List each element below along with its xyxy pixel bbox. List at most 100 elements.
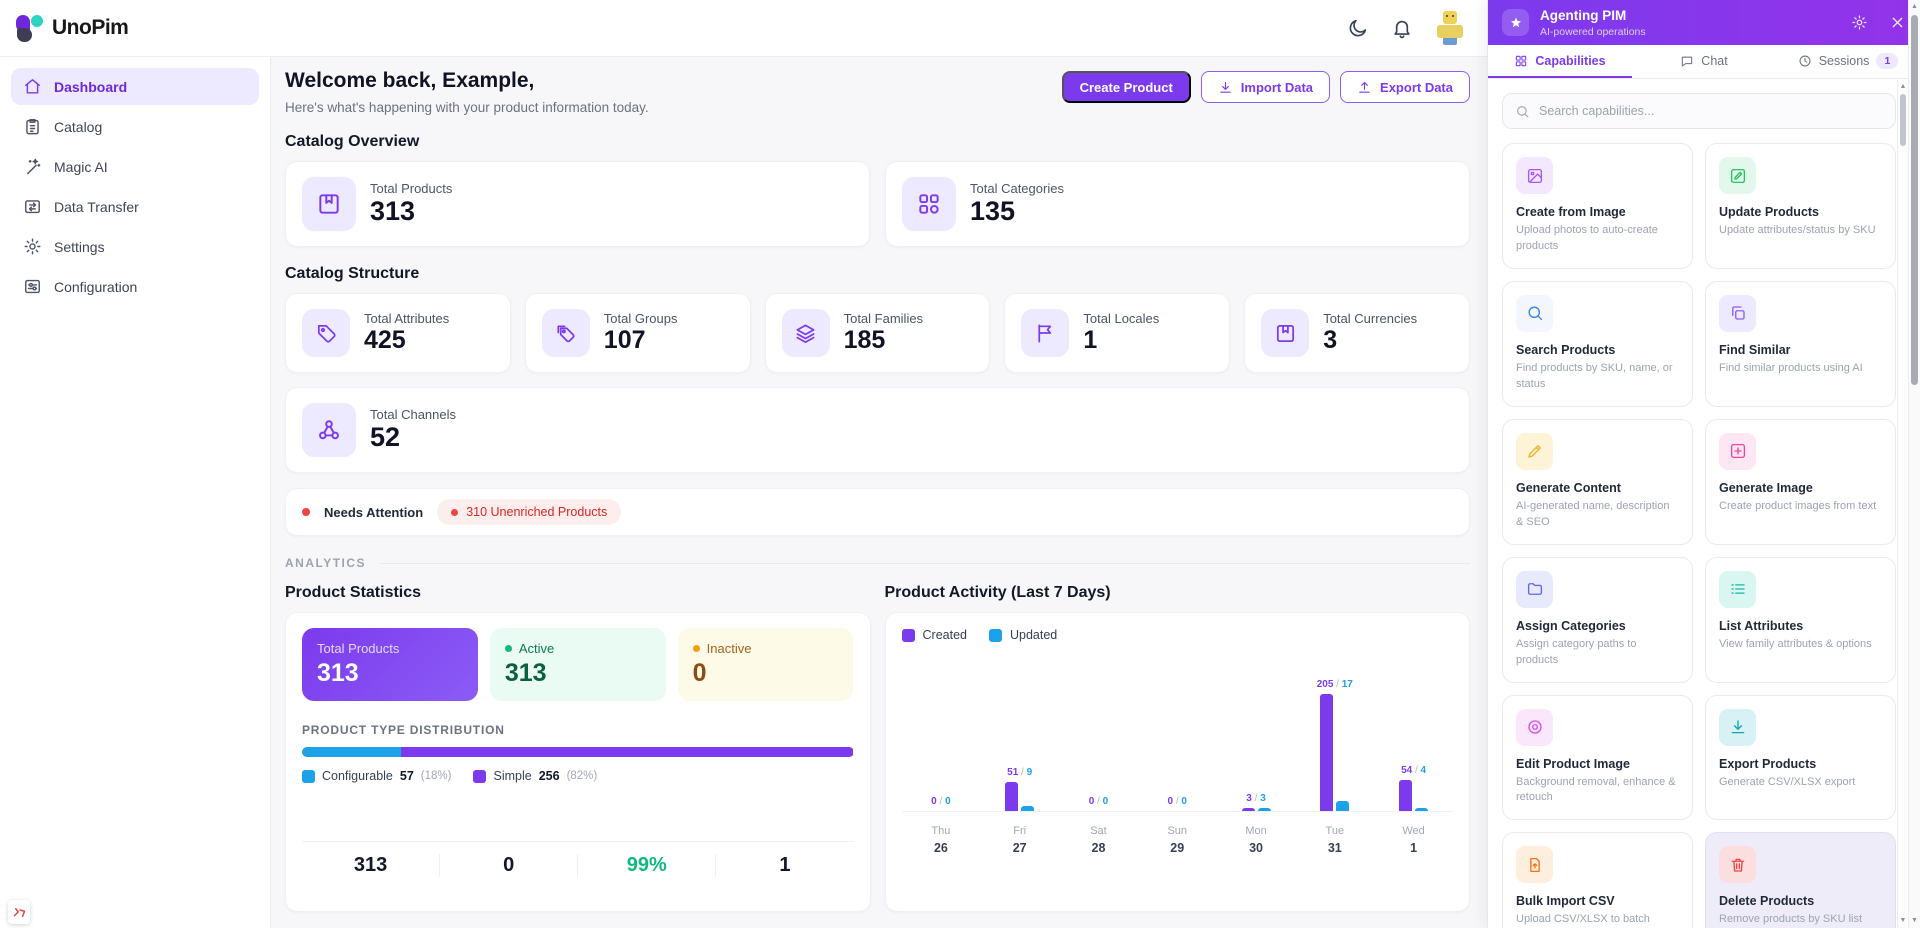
unenriched-products-badge[interactable]: 310 Unenriched Products (437, 499, 622, 525)
sidebar-item-label: Configuration (54, 278, 138, 295)
sidebar-item-settings[interactable]: Settings (11, 228, 259, 265)
capability-card-edit-product-image[interactable]: Edit Product Image Background removal, en… (1502, 694, 1693, 821)
stat-card-text: Total Groups 107 (604, 311, 678, 355)
chart-column-thu-26: 0 / 0 (902, 646, 981, 811)
sidebar-item-configuration[interactable]: Configuration (11, 268, 259, 305)
dark-mode-icon[interactable] (1347, 17, 1369, 39)
bar-value-label: 51 / 9 (1007, 767, 1033, 778)
main-content: Welcome back, Example, Here's what's hap… (271, 57, 1487, 928)
create-product-button[interactable]: Create Product (1061, 71, 1191, 103)
legend-swatch (901, 628, 915, 642)
capability-card-assign-categories[interactable]: Assign Categories Assign category paths t… (1502, 556, 1693, 683)
window-scrollbar[interactable]: ▲ ▼ (1908, 0, 1920, 928)
capability-card-search-products[interactable]: Search Products Find products by SKU, nam… (1502, 280, 1693, 407)
file-up-icon (1516, 846, 1553, 884)
scrollbar-thumb[interactable] (1911, 15, 1918, 385)
capability-title: List Attributes (1719, 618, 1804, 633)
x-axis-label: Tue 31 (1295, 825, 1374, 855)
bell-icon[interactable] (1391, 17, 1413, 39)
capability-card-generate-image[interactable]: Generate Image Create product images from… (1705, 418, 1896, 545)
sidebar-item-dashboard[interactable]: Dashboard (11, 68, 259, 105)
stat-tile-value: 0 (692, 659, 707, 687)
capability-description: Generate CSV/XLSX export (1719, 775, 1856, 788)
scroll-up-arrow[interactable]: ▲ (1898, 81, 1908, 93)
sidebar-item-label: Catalog (54, 118, 103, 135)
catalog-structure-heading: Catalog Structure (285, 265, 420, 282)
capability-title: Delete Products (1719, 894, 1815, 909)
stat-card-text: Total Locales 1 (1083, 311, 1159, 355)
x-day-name: Sun (1167, 825, 1188, 837)
capability-description: Find products by SKU, name, or status (1516, 361, 1673, 390)
stat-card-total-locales: Total Locales 1 (1004, 293, 1231, 373)
capability-card-create-from-image[interactable]: Create from Image Upload photos to auto-c… (1502, 143, 1693, 269)
brand-logo[interactable]: UnoPim (16, 14, 129, 42)
stat-label: Total Currencies (1323, 311, 1418, 327)
distribution-bar (302, 747, 854, 757)
capability-card-generate-content[interactable]: Generate Content AI-generated name, descr… (1502, 418, 1693, 545)
x-day-name: Fri (1013, 825, 1027, 837)
import-data-button[interactable]: Import Data (1200, 71, 1331, 103)
legend-percent: (18%) (420, 770, 452, 782)
bar-value-label: 0 / 0 (1167, 796, 1187, 807)
stat-label: Total Categories (970, 181, 1064, 197)
page-title: Welcome back, Example, (285, 69, 535, 92)
sidebar-item-label: Magic AI (54, 158, 108, 175)
list-icon (1719, 570, 1756, 608)
legend-percent: (82%) (566, 770, 598, 782)
capability-card-find-similar[interactable]: Find Similar Find similar products using … (1705, 280, 1896, 407)
app-window: UnoPim Dashboard Catalog Magic AI Data Tran… (0, 0, 1487, 928)
close-icon[interactable] (1889, 14, 1906, 31)
scrollbar-thumb[interactable] (1900, 94, 1906, 146)
stat-tile-value: 313 (317, 659, 359, 687)
sidebar-item-catalog[interactable]: Catalog (11, 108, 259, 145)
scroll-down-arrow[interactable]: ▼ (1898, 915, 1908, 927)
export-data-button[interactable]: Export Data (1340, 71, 1470, 103)
needs-attention-bar: Needs Attention 310 Unenriched Products (285, 488, 1470, 536)
agent-panel-title: Agenting PIM (1540, 8, 1627, 23)
sidebar-item-data-transfer[interactable]: Data Transfer (11, 188, 259, 225)
product-activity-heading: Product Activity (Last 7 Days) (884, 584, 1111, 601)
debug-toolbar-icon[interactable] (8, 900, 30, 924)
tab-chat[interactable]: Chat (1632, 45, 1776, 78)
capability-card-list-attributes[interactable]: List Attributes View family attributes & … (1705, 556, 1896, 683)
capability-title: Search Products (1516, 342, 1616, 357)
bar-value-label: 3 / 3 (1246, 793, 1266, 804)
x-day-date: 29 (1170, 841, 1185, 855)
legend-value: 256 (538, 769, 560, 783)
download-icon (1218, 80, 1233, 95)
user-avatar[interactable] (1435, 11, 1465, 45)
gear-icon[interactable] (1851, 14, 1868, 31)
chart-legend-item-created: Created (901, 628, 967, 642)
chart-bar (1021, 806, 1035, 811)
distribution-heading: PRODUCT TYPE DISTRIBUTION (302, 723, 505, 737)
capability-search[interactable] (1502, 93, 1896, 129)
capability-title: Export Products (1719, 756, 1817, 771)
share-network-icon (302, 403, 356, 457)
capability-card-update-products[interactable]: Update Products Update attributes/status … (1705, 143, 1896, 269)
brand-name: UnoPim (52, 16, 129, 39)
chart-column-sat-28: 0 / 0 (1059, 646, 1138, 811)
sidebar-item-magic-ai[interactable]: Magic AI (11, 148, 259, 185)
chart-bar (1005, 782, 1019, 811)
tab-capabilities[interactable]: Capabilities (1488, 45, 1632, 78)
panel-scrollbar[interactable]: ▲ ▼ (1897, 80, 1908, 928)
capability-card-delete-products[interactable]: Delete Products Remove products by SKU li… (1705, 832, 1896, 928)
capability-search-input[interactable] (1539, 104, 1883, 118)
distribution-segment-configurable (302, 747, 402, 757)
download-icon (1719, 708, 1756, 746)
chart-bar (1336, 801, 1350, 811)
stat-tile-active: Active 313 (489, 628, 666, 701)
scroll-up-arrow[interactable]: ▲ (1909, 1, 1920, 13)
x-day-name: Wed (1402, 825, 1425, 837)
capability-card-export-products[interactable]: Export Products Generate CSV/XLSX export (1705, 694, 1896, 821)
scroll-down-arrow[interactable]: ▼ (1909, 915, 1920, 927)
x-day-date: 26 (933, 841, 948, 855)
chart-bar (1241, 808, 1255, 811)
stat-value: 185 (843, 326, 886, 355)
legend-swatch (473, 769, 487, 783)
stat-label: Total Groups (603, 311, 678, 327)
analytics-section-label: ANALYTICS (285, 556, 367, 570)
capability-card-bulk-import-csv[interactable]: Bulk Import CSV Upload CSV/XLSX to batch … (1502, 832, 1693, 928)
distribution-segment-simple (401, 747, 854, 757)
tab-sessions[interactable]: Sessions 1 (1776, 45, 1920, 78)
